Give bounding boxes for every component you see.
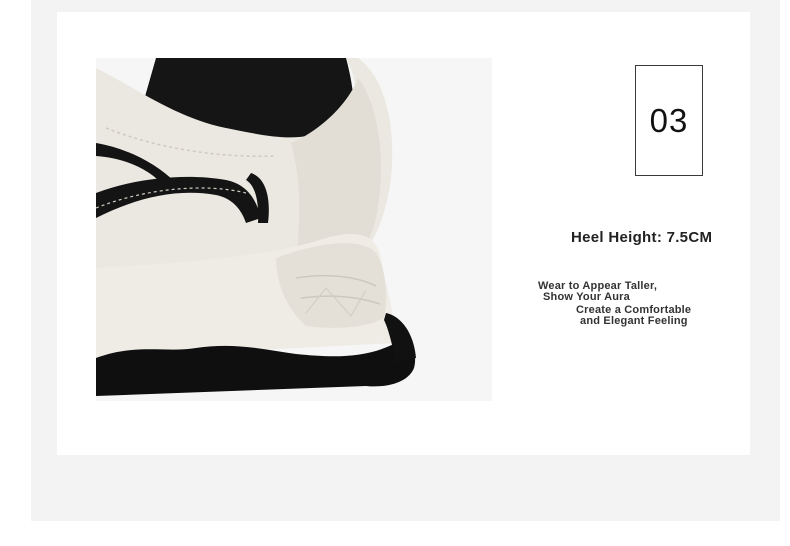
sneaker-photo <box>96 58 492 401</box>
sneaker-illustration <box>96 58 492 401</box>
description-line-4: and Elegant Feeling <box>580 315 688 327</box>
step-number-box: 03 <box>635 65 703 176</box>
heel-height-label: Heel Height: 7.5CM <box>571 229 713 246</box>
description-line-2: Show Your Aura <box>543 291 630 303</box>
step-number: 03 <box>649 101 689 139</box>
